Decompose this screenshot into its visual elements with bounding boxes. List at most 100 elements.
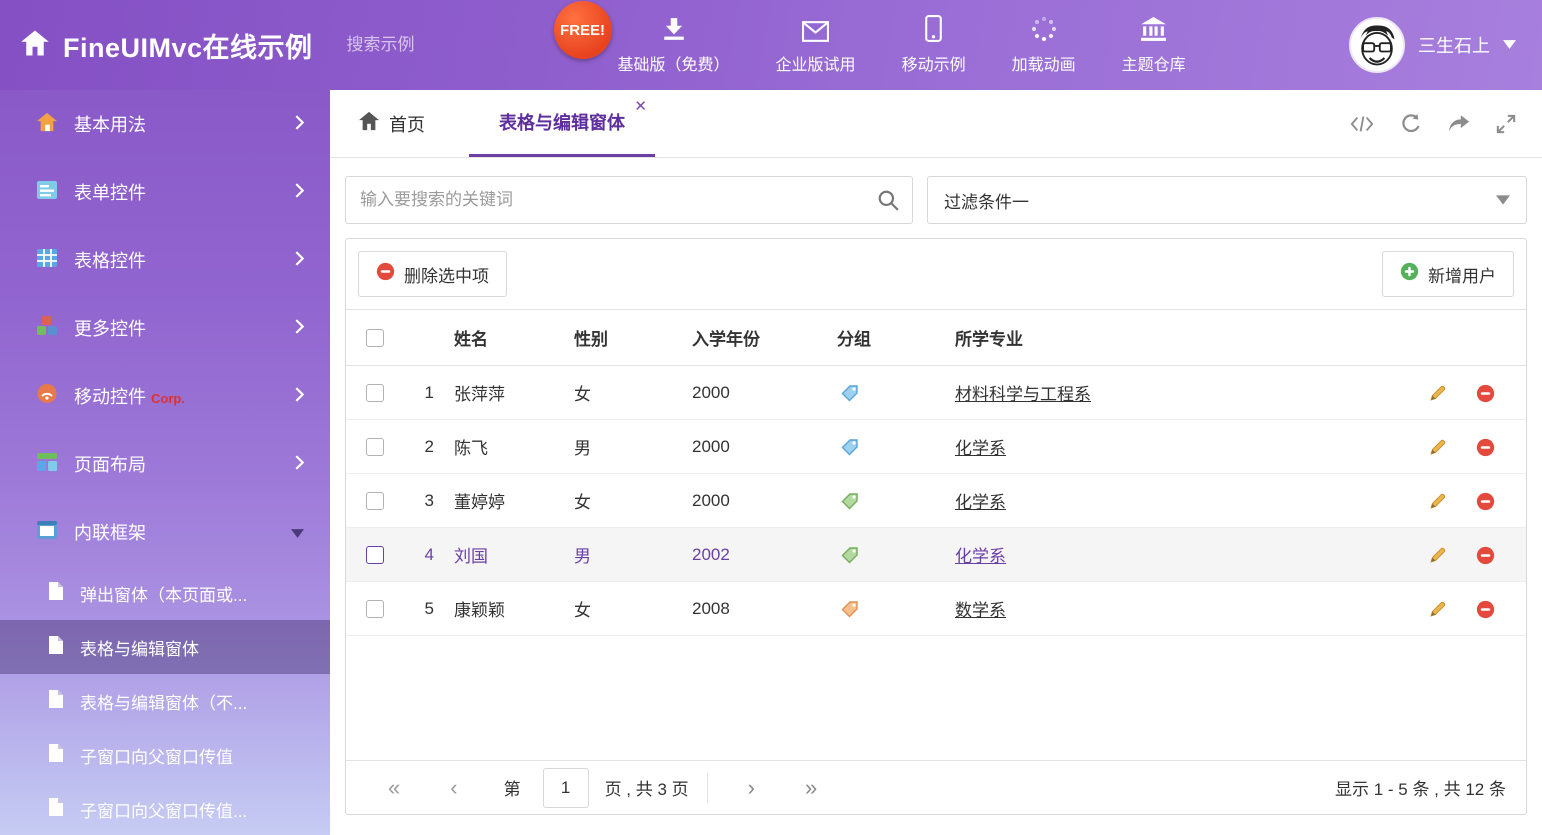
mobile-icon: [925, 15, 942, 42]
column-header-year[interactable]: 入学年份: [686, 310, 831, 366]
fullscreen-icon[interactable]: [1496, 114, 1516, 134]
refresh-icon[interactable]: [1400, 113, 1422, 135]
tag-icon: [841, 384, 859, 402]
first-page-button[interactable]: «: [366, 775, 422, 801]
row-checkbox[interactable]: [366, 600, 384, 618]
column-header-gender[interactable]: 性别: [568, 310, 686, 366]
delete-icon[interactable]: [1476, 546, 1495, 565]
grid-panel: 删除选中项 新增用户: [345, 238, 1527, 815]
delete-icon[interactable]: [1476, 438, 1495, 457]
row-checkbox[interactable]: [366, 492, 384, 510]
major-link[interactable]: 数学系: [955, 601, 1006, 620]
sidebar-item-form-controls[interactable]: 表单控件: [0, 158, 330, 226]
delete-selected-button[interactable]: 删除选中项: [358, 251, 507, 297]
file-icon: [48, 689, 64, 714]
users-table: 姓名 性别 入学年份 分组 所学专业 1: [346, 309, 1526, 636]
nav-item-theme-repo[interactable]: 主题仓库: [1122, 15, 1186, 75]
share-icon[interactable]: [1448, 114, 1470, 133]
cell-year: 2000: [686, 420, 831, 474]
sidebar-item-iframe[interactable]: 内联框架: [0, 498, 330, 566]
edit-icon[interactable]: [1428, 438, 1447, 457]
corp-badge: Corp.: [151, 391, 185, 406]
pagination-bar: « ‹ 第 页 , 共 3 页 › » 显示 1 - 5 条 , 共 12 条: [346, 760, 1526, 814]
prev-page-button[interactable]: ‹: [428, 775, 479, 801]
sidebar-item-table-controls[interactable]: 表格控件: [0, 226, 330, 294]
major-link[interactable]: 化学系: [955, 547, 1006, 566]
column-header-group[interactable]: 分组: [831, 310, 949, 366]
add-user-button[interactable]: 新增用户: [1382, 251, 1514, 297]
cell-gender: 女: [568, 366, 686, 420]
keyword-input[interactable]: [346, 190, 864, 210]
edit-icon[interactable]: [1428, 384, 1447, 403]
table-row-selected[interactable]: 4 刘国 男 2002 化学系: [346, 528, 1526, 582]
major-link[interactable]: 化学系: [955, 493, 1006, 512]
mobile-controls-icon: [36, 383, 58, 409]
delete-icon[interactable]: [1476, 384, 1495, 403]
chevron-right-icon: [295, 250, 304, 271]
edit-icon[interactable]: [1428, 546, 1447, 565]
cell-year: 2000: [686, 474, 831, 528]
filter-dropdown[interactable]: 过滤条件一: [927, 176, 1527, 224]
tab-home[interactable]: 首页: [348, 90, 435, 157]
table-row[interactable]: 1 张萍萍 女 2000 材料科学与工程系: [346, 366, 1526, 420]
sidebar-item-page-layout[interactable]: 页面布局: [0, 430, 330, 498]
major-link[interactable]: 材料科学与工程系: [955, 385, 1091, 404]
delete-icon[interactable]: [1476, 600, 1495, 619]
row-index: 3: [396, 474, 448, 528]
sidebar-subitem-label: 子窗口向父窗口传值...: [80, 797, 247, 822]
sidebar-subitem-label: 表格与编辑窗体（不...: [80, 689, 247, 714]
column-header-name[interactable]: 姓名: [448, 310, 568, 366]
sidebar-item-label: 移动控件: [74, 383, 146, 409]
close-icon[interactable]: ✕: [634, 99, 647, 114]
major-link[interactable]: 化学系: [955, 439, 1006, 458]
sidebar-item-label: 内联框架: [74, 519, 146, 545]
nav-item-mobile-demo[interactable]: 移动示例: [902, 15, 966, 75]
avatar: [1349, 17, 1405, 73]
table-row[interactable]: 5 康颖颖 女 2008 数学系: [346, 582, 1526, 636]
cell-gender: 男: [568, 420, 686, 474]
edit-icon[interactable]: [1428, 600, 1447, 619]
row-checkbox[interactable]: [366, 384, 384, 402]
cell-gender: 男: [568, 528, 686, 582]
column-header-major[interactable]: 所学专业: [949, 310, 1398, 366]
nav-item-basic-free[interactable]: FREE! 基础版（免费）: [618, 15, 730, 75]
file-icon: [48, 797, 64, 822]
chevron-down-icon: [1503, 36, 1516, 54]
source-code-icon[interactable]: [1350, 115, 1374, 133]
sidebar-item-more-controls[interactable]: 更多控件: [0, 294, 330, 362]
delete-icon[interactable]: [1476, 492, 1495, 511]
header-search-input[interactable]: [347, 35, 568, 55]
edit-icon[interactable]: [1428, 492, 1447, 511]
user-menu[interactable]: 三生石上: [1349, 17, 1516, 73]
search-icon[interactable]: [864, 177, 912, 223]
select-all-checkbox[interactable]: [366, 329, 384, 347]
bank-icon: [1140, 15, 1167, 42]
chevron-down-icon: [1496, 190, 1510, 210]
nav-item-enterprise-trial[interactable]: 企业版试用: [776, 15, 856, 75]
sidebar-subitem-popup-window[interactable]: 弹出窗体（本页面或...: [0, 566, 330, 620]
sidebar-subitem-child-to-parent-2[interactable]: 子窗口向父窗口传值...: [0, 782, 330, 835]
sidebar-subitem-grid-edit-window[interactable]: 表格与编辑窗体: [0, 620, 330, 674]
layout-icon: [36, 452, 58, 477]
tab-grid-edit-window[interactable]: 表格与编辑窗体 ✕: [469, 90, 655, 157]
minus-circle-icon: [376, 262, 395, 286]
filter-row: 过滤条件一: [345, 176, 1527, 224]
row-checkbox[interactable]: [366, 438, 384, 456]
download-icon: [661, 15, 687, 42]
last-page-button[interactable]: »: [783, 775, 839, 801]
sidebar-subitem-grid-edit-window-2[interactable]: 表格与编辑窗体（不...: [0, 674, 330, 728]
table-row[interactable]: 2 陈飞 男 2000 化学系: [346, 420, 1526, 474]
table-row[interactable]: 3 董婷婷 女 2000 化学系: [346, 474, 1526, 528]
pager-divider: [707, 773, 708, 803]
nav-item-loading-animation[interactable]: 加载动画: [1012, 15, 1076, 75]
chevron-right-icon: [295, 114, 304, 135]
next-page-button[interactable]: ›: [726, 775, 777, 801]
sidebar-item-basic-usage[interactable]: 基本用法: [0, 90, 330, 158]
sidebar-item-mobile-controls[interactable]: 移动控件 Corp.: [0, 362, 330, 430]
page-number-input[interactable]: [543, 768, 589, 808]
row-checkbox[interactable]: [366, 546, 384, 564]
tab-label: 表格与编辑窗体: [499, 109, 625, 135]
brand[interactable]: FineUIMvc在线示例: [0, 26, 313, 65]
sidebar-item-label: 页面布局: [74, 451, 146, 477]
sidebar-subitem-child-to-parent[interactable]: 子窗口向父窗口传值: [0, 728, 330, 782]
